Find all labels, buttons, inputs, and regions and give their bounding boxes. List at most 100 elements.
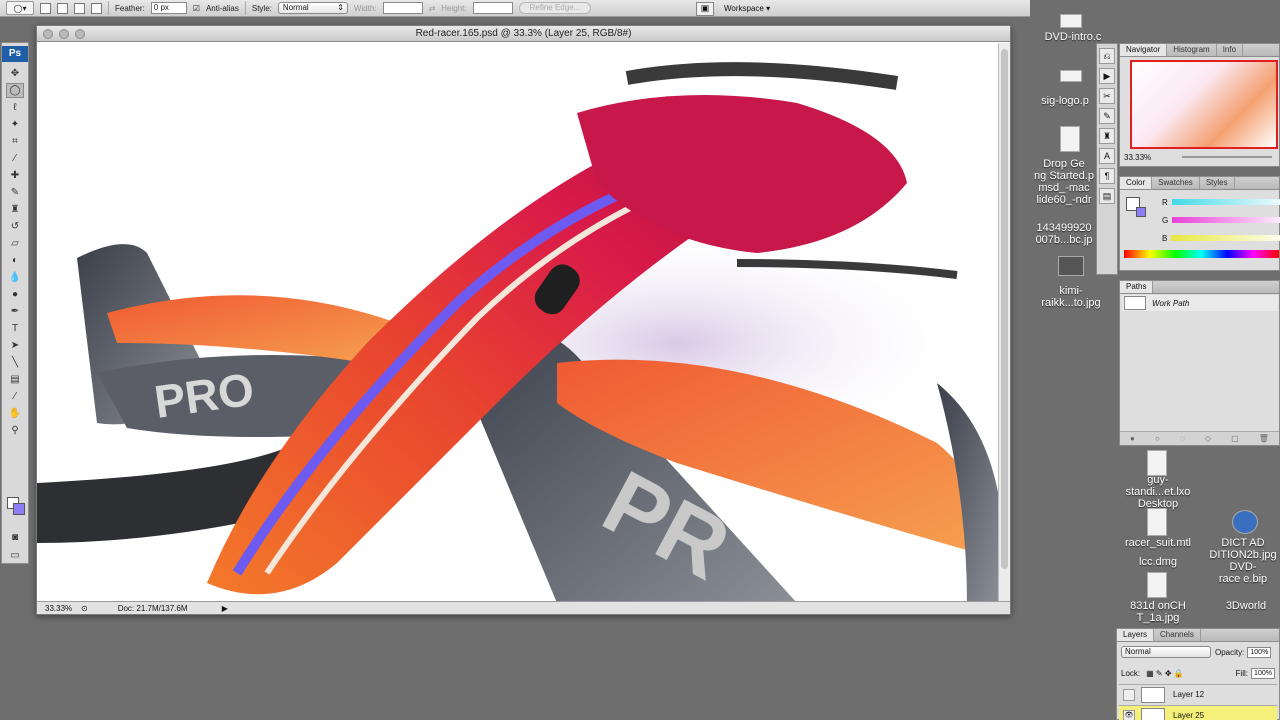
tab-swatches[interactable]: Swatches — [1152, 177, 1200, 189]
tool-preset-picker[interactable]: ◯▾ — [6, 1, 34, 15]
status-menu-arrow-icon[interactable]: ▶ — [222, 604, 228, 613]
dvd-icon[interactable] — [1232, 510, 1258, 534]
feather-input[interactable]: 0 px — [150, 2, 187, 14]
elliptical-marquee-tool-icon[interactable]: ◯ — [6, 83, 24, 98]
character-panel-icon[interactable]: A — [1099, 148, 1115, 164]
new-path-icon[interactable]: ▢ — [1231, 434, 1239, 443]
desktop-icon-label[interactable]: Drop Ge ng Started.p msd_-mac lide60_-nd… — [1030, 158, 1098, 206]
subtract-selection-button[interactable] — [74, 2, 85, 14]
navigator-preview[interactable] — [1130, 60, 1278, 149]
navigator-zoom-value[interactable]: 33.33% — [1122, 153, 1151, 162]
zoom-window-icon[interactable] — [75, 29, 85, 39]
close-window-icon[interactable] — [43, 29, 53, 39]
type-tool-icon[interactable]: T — [6, 321, 24, 336]
file-icon[interactable] — [1060, 126, 1080, 152]
paragraph-panel-icon[interactable]: ¶ — [1099, 168, 1115, 184]
desktop-icon-label[interactable]: sig-logo.p — [1030, 95, 1100, 107]
desktop-icon-label[interactable]: guy- standi...et.lxo Desktop — [1120, 474, 1196, 510]
eyedropper-3d-tool-icon[interactable]: ⁄ — [6, 389, 24, 404]
visibility-toggle[interactable] — [1123, 688, 1135, 701]
desktop-icon-label[interactable]: lcc.dmg — [1120, 556, 1196, 568]
tool-presets-icon[interactable]: ✂ — [1099, 88, 1115, 104]
green-slider[interactable] — [1172, 217, 1280, 223]
stroke-path-icon[interactable]: ○ — [1155, 434, 1160, 443]
actions-panel-icon[interactable]: ▶ — [1099, 68, 1115, 84]
quick-mask-icon[interactable]: ◙ — [6, 530, 24, 545]
fill-path-icon[interactable]: ● — [1130, 434, 1135, 443]
red-slider[interactable] — [1171, 199, 1280, 205]
layer-row[interactable]: Layer 12 — [1119, 684, 1277, 704]
history-panel-icon[interactable]: ⎌ — [1099, 48, 1115, 64]
palette-well-icon[interactable]: ▣ — [696, 1, 714, 16]
status-info-icon[interactable]: ⊙ — [81, 604, 88, 613]
brushes-panel-icon[interactable]: ✎ — [1099, 108, 1115, 124]
color-bg-swatch[interactable] — [1136, 207, 1146, 217]
desktop-icon-label[interactable]: 831d onCH T_1a.jpg — [1116, 600, 1200, 624]
image-canvas[interactable]: PRO PR — [37, 43, 1000, 603]
opacity-input[interactable]: 100% — [1247, 646, 1272, 658]
file-icon[interactable] — [1147, 572, 1167, 598]
workspace-menu[interactable]: Workspace ▾ — [724, 4, 770, 13]
lasso-tool-icon[interactable]: ℓ — [6, 100, 24, 115]
height-input[interactable] — [472, 2, 513, 14]
tab-layers[interactable]: Layers — [1117, 629, 1155, 641]
blend-mode-select[interactable]: Normal — [1121, 646, 1211, 658]
delete-path-icon[interactable]: 🗑 — [1259, 434, 1269, 443]
dodge-tool-icon[interactable]: ● — [6, 287, 24, 302]
blue-slider[interactable] — [1171, 235, 1280, 241]
layer-comps-icon[interactable]: ▤ — [1099, 188, 1115, 204]
lock-icons[interactable]: ▦ ✎ ✥ 🔒 — [1146, 669, 1184, 678]
tab-info[interactable]: Info — [1217, 44, 1244, 56]
gradient-tool-icon[interactable]: ◐ — [6, 253, 24, 268]
width-input[interactable] — [382, 2, 423, 14]
desktop-icon-label[interactable]: DVD-intro.c — [1028, 31, 1118, 43]
line-tool-icon[interactable]: ╲ — [6, 355, 24, 370]
history-brush-tool-icon[interactable]: ↺ — [6, 219, 24, 234]
make-work-path-icon[interactable]: ◇ — [1205, 434, 1211, 443]
notes-tool-icon[interactable]: ▤ — [6, 372, 24, 387]
new-selection-button[interactable] — [40, 2, 51, 14]
pen-tool-icon[interactable]: ✒ — [6, 304, 24, 319]
antialias-checkbox-icon[interactable]: ☑ — [193, 4, 200, 13]
zoom-tool-icon[interactable]: ⚲ — [6, 423, 24, 438]
file-icon[interactable] — [1147, 508, 1167, 536]
hand-tool-icon[interactable]: ✋ — [6, 406, 24, 421]
add-selection-button[interactable] — [57, 2, 68, 14]
vertical-scrollbar[interactable] — [998, 43, 1010, 603]
path-selection-tool-icon[interactable]: ➤ — [6, 338, 24, 353]
desktop-icon-label[interactable]: DICT AD DITION2b.jpg DVD- race e.bip — [1206, 537, 1280, 585]
swap-icon[interactable]: ⇄ — [429, 4, 436, 13]
desktop-icon-label[interactable]: racer_suit.mtl — [1116, 537, 1200, 549]
style-select[interactable]: Normal ⇕ — [277, 2, 348, 14]
layer-row-selected[interactable]: 👁 Layer 25 — [1119, 705, 1277, 720]
navigator-zoom-slider[interactable] — [1182, 156, 1272, 158]
screen-mode-icon[interactable]: ▭ — [6, 548, 24, 563]
clone-source-icon[interactable]: ♜ — [1099, 128, 1115, 144]
refine-edge-button[interactable]: Refine Edge... — [518, 2, 592, 14]
image-file-icon[interactable] — [1058, 256, 1084, 276]
clone-stamp-tool-icon[interactable]: ♜ — [6, 202, 24, 217]
minimize-window-icon[interactable] — [59, 29, 69, 39]
fill-input[interactable]: 100% — [1251, 667, 1275, 679]
healing-brush-tool-icon[interactable]: ✚ — [6, 168, 24, 183]
file-icon[interactable] — [1060, 70, 1082, 82]
tab-channels[interactable]: Channels — [1154, 629, 1201, 641]
tab-navigator[interactable]: Navigator — [1120, 44, 1168, 56]
blur-tool-icon[interactable]: 💧 — [6, 270, 24, 285]
color-spectrum-ramp[interactable] — [1124, 250, 1279, 258]
background-color-swatch[interactable] — [13, 503, 25, 515]
tab-styles[interactable]: Styles — [1200, 177, 1235, 189]
tab-color[interactable]: Color — [1120, 177, 1153, 189]
file-icon[interactable] — [1147, 450, 1167, 476]
file-icon[interactable] — [1060, 14, 1082, 28]
zoom-level[interactable]: 33.33% — [37, 604, 81, 613]
scroll-thumb[interactable] — [1001, 49, 1008, 569]
path-item[interactable]: Work Path — [1122, 295, 1278, 311]
desktop-icon-label[interactable]: 3Dworld — [1214, 600, 1278, 612]
magic-wand-tool-icon[interactable]: ✦ — [6, 117, 24, 132]
intersect-selection-button[interactable] — [91, 2, 102, 14]
tab-histogram[interactable]: Histogram — [1167, 44, 1217, 56]
desktop-icon-label[interactable]: 143499920 007b...bc.jp — [1030, 222, 1098, 246]
eye-icon[interactable]: 👁 — [1123, 709, 1135, 720]
crop-tool-icon[interactable]: ⌗ — [6, 134, 24, 149]
